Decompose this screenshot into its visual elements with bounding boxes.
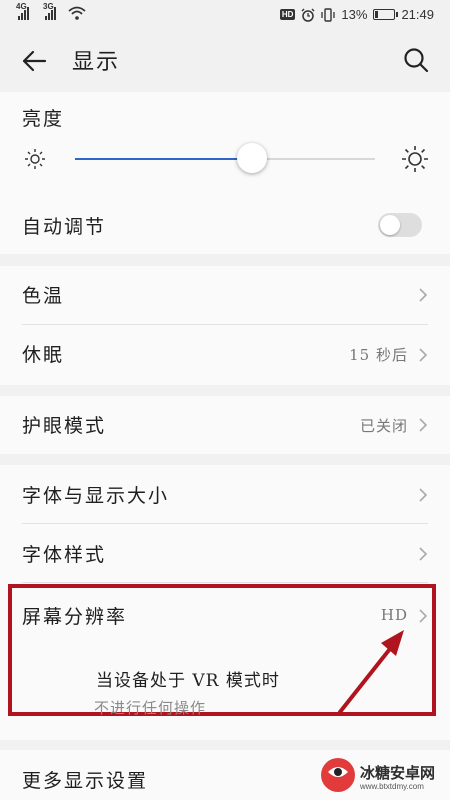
brightness-section: 亮度 bbox=[0, 92, 450, 142]
network-type-label: 3G bbox=[43, 2, 54, 11]
eye-comfort-row[interactable]: 护眼模式 已关闭 bbox=[0, 396, 450, 454]
sleep-label: 休眠 bbox=[22, 344, 65, 366]
alarm-icon bbox=[301, 8, 315, 22]
annotation-highlight-box bbox=[8, 584, 436, 716]
auto-adjust-label: 自动调节 bbox=[22, 216, 107, 238]
auto-adjust-toggle[interactable] bbox=[378, 213, 422, 237]
brightness-label: 亮度 bbox=[22, 108, 65, 130]
brightness-slider-fill bbox=[75, 158, 252, 160]
font-style-row[interactable]: 字体样式 bbox=[0, 524, 450, 582]
more-display-label: 更多显示设置 bbox=[22, 770, 149, 792]
status-bar: 4G 3G HD 13% 21:49 bbox=[0, 0, 450, 30]
font-style-label: 字体样式 bbox=[22, 544, 107, 566]
page-title: 显示 bbox=[72, 50, 121, 75]
font-size-label: 字体与显示大小 bbox=[22, 485, 170, 507]
sun-large-icon bbox=[402, 146, 428, 172]
brightness-slider[interactable] bbox=[75, 143, 375, 173]
eye-comfort-label: 护眼模式 bbox=[22, 415, 107, 437]
wifi-icon bbox=[68, 6, 86, 20]
brightness-slider-thumb[interactable] bbox=[237, 143, 267, 173]
chevron-right-icon bbox=[419, 418, 428, 432]
chevron-right-icon bbox=[419, 547, 428, 561]
watermark-text: 冰糖安卓网 bbox=[360, 765, 436, 782]
annotation-main-text: 当设备处于 VR 模式时 bbox=[96, 671, 280, 691]
eye-comfort-value: 已关闭 bbox=[359, 417, 408, 435]
search-icon[interactable] bbox=[402, 46, 430, 74]
watermark-url: www.btxtdmy.com bbox=[360, 782, 424, 791]
signal-icon: 4G bbox=[16, 2, 29, 20]
chevron-right-icon bbox=[419, 288, 428, 302]
app-header: 显示 bbox=[0, 30, 450, 92]
auto-adjust-row[interactable]: 自动调节 bbox=[0, 196, 450, 254]
annotation-sub-text: 不进行任何操作 bbox=[94, 699, 207, 717]
clock: 21:49 bbox=[401, 7, 434, 22]
battery-icon bbox=[373, 9, 399, 20]
battery-percent: 13% bbox=[341, 7, 368, 22]
chevron-right-icon bbox=[419, 348, 428, 362]
display-settings-card: 色温 休眠 15 秒后 bbox=[0, 266, 450, 385]
hd-badge: HD bbox=[279, 9, 296, 20]
arrow-left-icon[interactable] bbox=[20, 47, 48, 75]
font-size-row[interactable]: 字体与显示大小 bbox=[0, 465, 450, 523]
eye-comfort-card: 护眼模式 已关闭 bbox=[0, 396, 450, 454]
color-temp-label: 色温 bbox=[22, 285, 65, 307]
sun-small-icon bbox=[25, 149, 45, 169]
sleep-row[interactable]: 休眠 15 秒后 bbox=[0, 325, 450, 385]
sleep-value: 15 秒后 bbox=[349, 346, 408, 364]
signal-icon: 3G bbox=[43, 2, 56, 20]
chevron-right-icon bbox=[419, 488, 428, 502]
color-temp-row[interactable]: 色温 bbox=[0, 266, 450, 324]
brightness-card: 亮度 自动调节 bbox=[0, 92, 450, 254]
network-type-label: 4G bbox=[16, 2, 27, 11]
vibrate-icon bbox=[321, 7, 336, 22]
